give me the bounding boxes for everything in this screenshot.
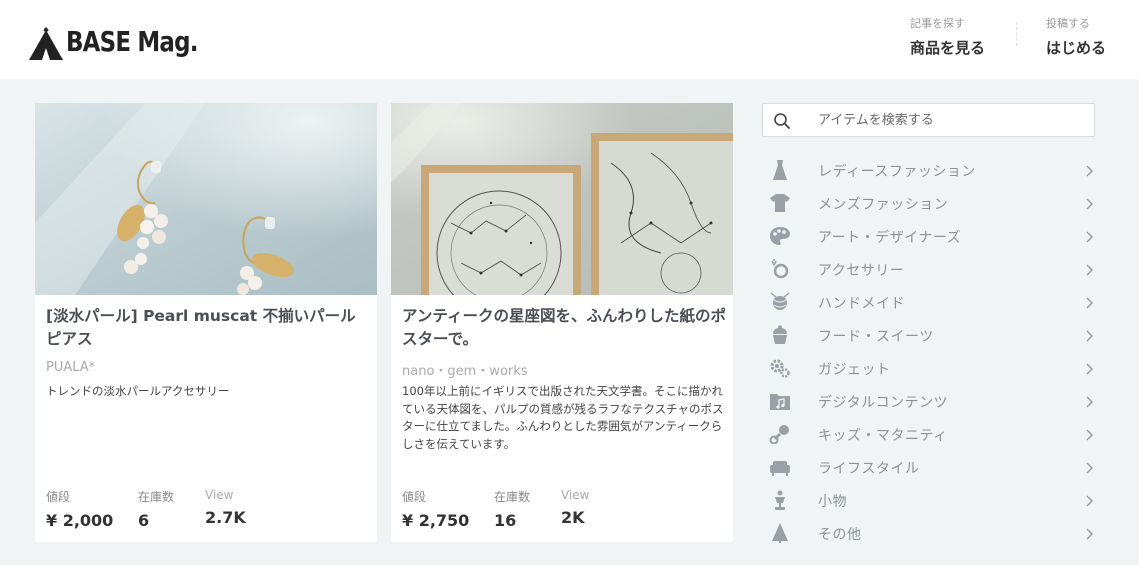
category-kids-maternity[interactable]: キッズ・マタニティ [762,418,1102,451]
product-image[interactable] [391,103,733,295]
chevron-right-icon [1086,330,1093,342]
category-ladies-fashion[interactable]: レディースファッション [762,154,1102,187]
trophy-icon [768,489,792,511]
stock-label: 在庫数 [494,490,531,504]
category-label: レディースファッション [818,164,976,180]
category-label: ガジェット [818,362,891,378]
cupcake-icon [768,324,792,346]
category-others[interactable]: その他 [762,517,1102,550]
price-label: 値段 [46,490,71,504]
view-value: 2.7K [205,508,246,527]
stock-value: 6 [138,511,150,530]
dress-icon [768,159,792,181]
chevron-right-icon [1086,462,1093,474]
site-header: BASE Mag. 記事を探す 商品を見る 投稿する はじめる [0,0,1139,79]
chevron-right-icon [1086,297,1093,309]
stock-stat: 在庫数 6 [138,488,174,530]
nav-start-posting[interactable]: 投稿する はじめる [1046,15,1106,58]
category-lifestyle[interactable]: ライフスタイル [762,451,1102,484]
category-label: その他 [818,527,862,543]
shop-name[interactable]: nano・gem・works [402,360,528,379]
product-title[interactable]: [淡水パール] Pearl muscat 不揃いパールピアス [46,305,371,351]
yarn-icon [768,291,792,313]
chevron-right-icon [1086,495,1093,507]
tshirt-icon [768,192,792,214]
item-search-box[interactable] [762,103,1095,137]
chevron-right-icon [1086,363,1093,375]
category-small-goods[interactable]: 小物 [762,484,1102,517]
chevron-right-icon [1086,231,1093,243]
stock-stat: 在庫数 16 [494,488,530,530]
gears-icon [768,357,792,379]
nav-start-caption: 投稿する [1046,17,1090,30]
price-value: ¥ 2,000 [46,511,114,530]
category-accessories[interactable]: アクセサリー [762,253,1102,286]
chevron-right-icon [1086,528,1093,540]
shop-name[interactable]: PUALA* [46,360,95,375]
category-mens-fashion[interactable]: メンズファッション [762,187,1102,220]
product-title[interactable]: アンティークの星座図を、ふんわりした紙のポスターで。 [402,305,727,351]
price-label: 値段 [402,490,427,504]
star-chart-poster-photo [391,103,733,295]
category-label: デジタルコンテンツ [818,395,948,411]
category-label: ライフスタイル [818,461,920,477]
chevron-right-icon [1086,264,1093,276]
base-mag-logo[interactable]: BASE Mag. [28,18,227,62]
stock-label: 在庫数 [138,490,175,504]
rattle-icon [768,423,792,445]
category-food-sweets[interactable]: フード・スイーツ [762,319,1102,352]
chevron-right-icon [1086,165,1093,177]
nav-start-label: はじめる [1046,39,1107,57]
product-card[interactable]: アンティークの星座図を、ふんわりした紙のポスターで。 nano・gem・work… [391,103,733,542]
category-digital-content[interactable]: デジタルコンテンツ [762,385,1102,418]
tree-icon [768,522,792,544]
chevron-right-icon [1086,396,1093,408]
category-art-designers[interactable]: アート・デザイナーズ [762,220,1102,253]
view-label: View [205,488,234,502]
nav-divider [1016,22,1017,46]
nav-browse-products[interactable]: 記事を探す 商品を見る [910,15,985,58]
price-stat: 値段 ¥ 2,750 [402,488,469,530]
category-list: レディースファッション メンズファッション アート・デザイナーズ アクセサリー … [762,154,1102,550]
music-folder-icon [768,390,792,412]
sofa-icon [768,456,792,478]
view-label: View [561,488,590,502]
view-stat: View 2.7K [205,488,246,527]
category-label: アート・デザイナーズ [818,230,962,246]
pearl-earrings-photo [35,103,377,295]
search-icon [774,113,790,129]
product-image[interactable] [35,103,377,295]
chevron-right-icon [1086,429,1093,441]
logo-text: BASE Mag. [66,25,198,58]
palette-icon [768,225,792,247]
ring-icon [768,258,792,280]
category-gadgets[interactable]: ガジェット [762,352,1102,385]
stock-value: 16 [494,511,517,530]
category-label: キッズ・マタニティ [818,428,948,444]
price-value: ¥ 2,750 [402,511,470,530]
search-input[interactable] [818,104,1088,136]
nav-browse-label: 商品を見る [910,39,986,57]
category-label: アクセサリー [818,263,905,279]
product-description: 100年以上前にイギリスで出版された天文学書。そこに描かれている天体図を、パルプ… [402,384,724,451]
category-label: フード・スイーツ [818,329,934,345]
view-value: 2K [561,508,585,527]
product-card[interactable]: [淡水パール] Pearl muscat 不揃いパールピアス PUALA* トレ… [35,103,377,542]
category-label: 小物 [818,494,847,510]
price-stat: 値段 ¥ 2,000 [46,488,113,530]
category-label: メンズファッション [818,197,949,213]
view-stat: View 2K [561,488,589,527]
tent-logo-icon [29,27,63,60]
category-label: ハンドメイド [818,296,905,312]
category-handmade[interactable]: ハンドメイド [762,286,1102,319]
product-description: トレンドの淡水パールアクセサリー [46,384,230,398]
nav-browse-caption: 記事を探す [910,17,965,30]
chevron-right-icon [1086,198,1093,210]
